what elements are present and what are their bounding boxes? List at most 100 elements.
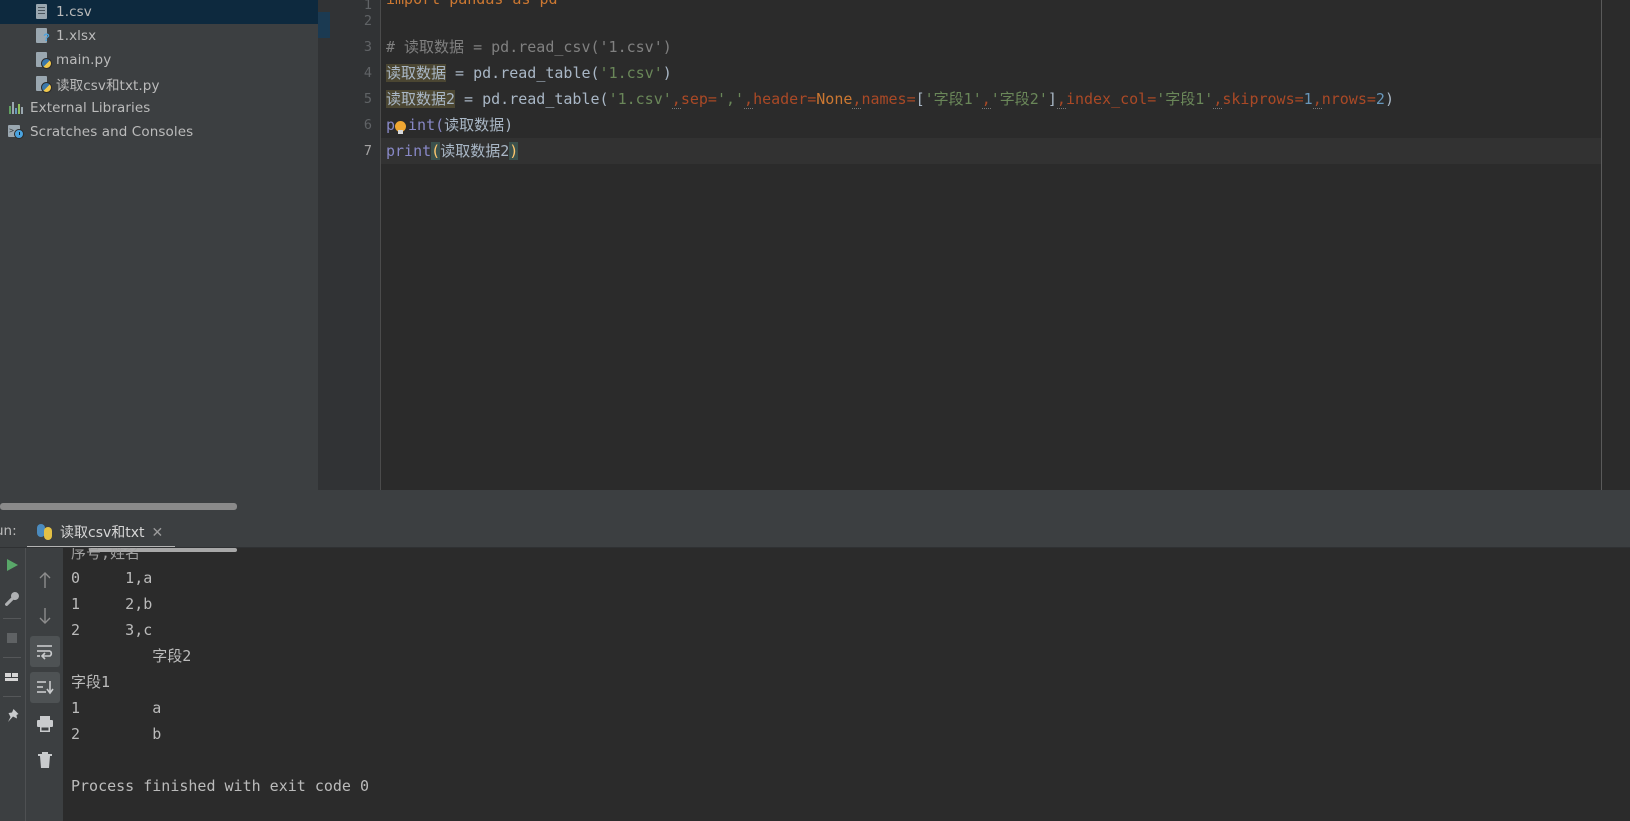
console-line: Process finished with exit code 0 xyxy=(71,777,370,795)
xlsx-file-icon: ? xyxy=(34,28,50,44)
scrollbar-thumb[interactable] xyxy=(0,503,237,510)
console-line: 序号,姓名 xyxy=(71,548,141,562)
toolbar-separator xyxy=(3,696,21,697)
value-none: None xyxy=(816,90,853,108)
project-tree-panel[interactable]: 1.csv ? 1.xlsx main.py 读取csv和txt.py Exte… xyxy=(0,0,318,516)
down-the-stack-trace-button[interactable] xyxy=(26,598,64,634)
ide-window: 1.csv ? 1.xlsx main.py 读取csv和txt.py Exte… xyxy=(0,0,1630,821)
sidebar-item-label: External Libraries xyxy=(30,100,151,116)
pin-icon xyxy=(8,709,19,722)
paren-close: ) xyxy=(1384,90,1394,108)
line-number: 3 xyxy=(363,39,372,55)
code-line-5[interactable]: 读取数据2 = pd.read_table('1.csv',sep=',',he… xyxy=(386,86,1394,112)
print-button[interactable] xyxy=(26,706,64,742)
edit-configurations-button[interactable] xyxy=(0,582,24,616)
python-file-icon xyxy=(34,52,52,69)
console-output[interactable]: 序号,姓名 0 1,a 1 2,b 2 3,c 字段2 字段1 1 a 2 b … xyxy=(63,548,1630,821)
console-line: 字段1 xyxy=(71,673,111,691)
kwarg-names: names= xyxy=(861,90,916,108)
line-number: 6 xyxy=(363,117,372,133)
print-arg: 读取数据 xyxy=(444,116,505,134)
code-line-3[interactable]: # 读取数据 = pd.read_csv('1.csv') xyxy=(386,34,672,60)
editor-bottom-strip xyxy=(318,490,1630,516)
matched-paren-close: ) xyxy=(509,142,519,160)
matched-paren-open: ( xyxy=(431,142,441,160)
editor-gutter[interactable]: 1 2 3 4 5 6 7 xyxy=(318,0,380,490)
run-window-label: un: xyxy=(0,523,17,539)
sidebar-item-label: 读取csv和txt.py xyxy=(56,78,160,94)
code-line-6[interactable]: p int(读取数据) xyxy=(386,112,513,138)
sidebar-item-label: main.py xyxy=(56,52,112,68)
sidebar-horizontal-scrollbar[interactable] xyxy=(0,503,318,510)
bracket-close: ] xyxy=(1047,90,1057,108)
code-line-1[interactable]: import pandas as pd xyxy=(386,0,558,12)
clear-all-button[interactable] xyxy=(26,742,64,778)
csv-file-icon xyxy=(34,4,50,20)
sidebar-item-1-csv[interactable]: 1.csv xyxy=(0,0,318,24)
arg-filename: '1.csv' xyxy=(599,64,663,82)
print-prefix: p xyxy=(386,116,396,134)
up-the-stack-trace-button[interactable] xyxy=(26,562,64,598)
layout-button[interactable] xyxy=(0,660,24,694)
print-fn: print xyxy=(386,142,432,160)
print-arg: 读取数据2 xyxy=(440,142,510,160)
line-number-current: 7 xyxy=(363,143,372,159)
printer-icon xyxy=(37,716,53,732)
read-table-call: pd.read_table( xyxy=(473,64,600,82)
print-suffix: int( xyxy=(408,116,445,134)
sidebar-item-external-libraries[interactable]: External Libraries xyxy=(0,96,318,120)
sidebar-item-label: 1.xlsx xyxy=(56,28,97,44)
sidebar-item-label: 1.csv xyxy=(56,4,92,20)
toolbar-separator xyxy=(3,657,21,658)
code-text-area[interactable]: import pandas as pd # 读取数据 = pd.read_csv… xyxy=(380,0,1630,490)
console-line: 字段2 xyxy=(71,647,192,665)
layout-icon xyxy=(5,673,18,681)
console-line: 2 3,c xyxy=(71,621,153,639)
soft-wrap-button[interactable] xyxy=(26,634,64,670)
sidebar-item-1-xlsx[interactable]: ? 1.xlsx xyxy=(0,24,318,48)
value-nrows: 2 xyxy=(1375,90,1385,108)
name-field-2: '字段2' xyxy=(990,90,1048,108)
code-line-4[interactable]: 读取数据 = pd.read_table('1.csv') xyxy=(386,60,672,86)
toolbar-separator xyxy=(3,618,21,619)
stop-square-icon xyxy=(7,633,17,643)
run-tab-title: 读取csv和txt xyxy=(60,525,145,541)
code-line-7[interactable]: print(读取数据2) xyxy=(381,138,1630,164)
wrench-icon xyxy=(5,591,20,606)
intention-bulb-icon[interactable] xyxy=(395,121,408,134)
line-number: 2 xyxy=(363,13,372,29)
code-line-1-text: import pandas as pd xyxy=(386,0,558,8)
console-line: 1 2,b xyxy=(71,595,153,613)
kwarg-skiprows: skiprows= xyxy=(1222,90,1304,108)
paren-close: ) xyxy=(662,64,672,82)
sidebar-item-main-py[interactable]: main.py xyxy=(0,48,318,72)
stop-button[interactable] xyxy=(0,621,24,655)
arrow-up-icon xyxy=(39,572,51,588)
scroll-end-icon xyxy=(37,681,54,695)
comma: , xyxy=(671,90,681,109)
console-line: 2 b xyxy=(71,725,162,743)
comma: , xyxy=(981,90,991,109)
scroll-to-end-button[interactable] xyxy=(26,670,64,706)
assign-op: = xyxy=(455,90,483,108)
sidebar-item-label: Scratches and Consoles xyxy=(30,124,194,140)
sidebar-item-scratches-and-consoles[interactable]: >_ Scratches and Consoles xyxy=(0,120,318,144)
run-toolbar-secondary[interactable] xyxy=(25,548,63,821)
trash-icon xyxy=(38,752,52,768)
name-field-1: '字段1' xyxy=(924,90,982,108)
play-icon xyxy=(7,559,18,571)
paren-close: ) xyxy=(504,116,514,134)
sidebar-item-read-csv-txt-py[interactable]: 读取csv和txt.py xyxy=(0,72,318,96)
pin-tab-button[interactable] xyxy=(0,699,24,733)
run-toolbar-primary[interactable] xyxy=(0,548,24,821)
close-icon[interactable]: ✕ xyxy=(152,525,164,539)
rerun-button[interactable] xyxy=(0,548,24,582)
run-configuration-tab[interactable]: 读取csv和txt ✕ xyxy=(31,516,171,548)
editor-right-border xyxy=(1601,0,1602,516)
bracket-open: [ xyxy=(915,90,925,108)
arrow-down-icon xyxy=(39,608,51,624)
line-number: 4 xyxy=(363,65,372,81)
python-config-icon xyxy=(37,524,53,540)
run-window-header: un: 读取csv和txt ✕ xyxy=(0,516,1630,548)
code-editor[interactable]: 1 2 3 4 5 6 7 import pandas as pd # 读取数据… xyxy=(318,0,1630,516)
